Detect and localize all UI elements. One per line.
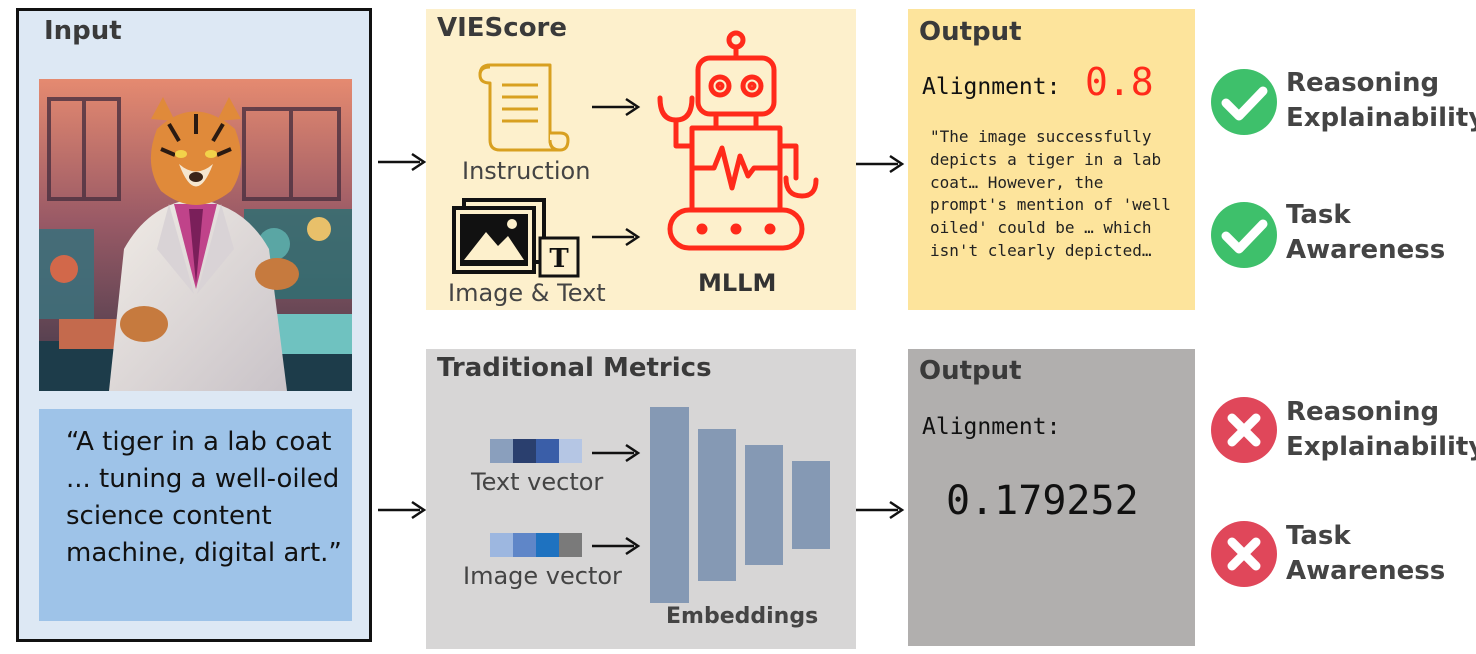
tiger-lab-image [39,79,352,391]
arrow-input-to-traditional [378,500,427,520]
svg-text:T: T [549,244,569,274]
check-icon [1211,202,1277,268]
embedding-network [650,407,830,603]
check-icon [1211,69,1277,135]
awareness-text: Awareness [1286,556,1446,586]
text-vector [490,439,582,463]
image-text-icon: T [452,198,580,278]
arrow-viescore-to-output [856,154,905,174]
arrow-text-vector-to-embeddings [592,443,641,463]
embeddings-label: Embeddings [666,604,819,629]
input-title: Input [44,16,122,46]
scroll-icon [478,63,570,152]
explainability-text: Explainability [1286,432,1476,462]
cross-icon [1211,521,1277,587]
output-bottom-title: Output [919,356,1022,386]
viescore-title: VIEScore [437,13,568,43]
task-text: Task [1286,521,1351,551]
alignment-label-top: Alignment: [922,74,1061,100]
image-vector-label: Image vector [463,562,622,590]
alignment-score-bottom: 0.179252 [946,478,1139,524]
explanation-text: "The image successfully depicts a tiger … [930,127,1171,260]
instruction-label: Instruction [462,157,591,185]
text-vector-label: Text vector [471,468,604,496]
task-text: Task [1286,200,1351,230]
image-vector [490,533,582,557]
arrow-instruction-to-mllm [592,97,641,117]
reasoning-text: Reasoning [1286,68,1440,98]
arrow-image-vector-to-embeddings [592,536,641,556]
prompt-text: “A tiger in a lab coat ... tuning a well… [66,427,342,568]
arrow-image-to-mllm [592,227,641,247]
cross-icon [1211,397,1277,463]
alignment-score-top: 0.8 [1085,60,1154,104]
traditional-metrics-title: Traditional Metrics [437,353,712,383]
arrow-input-to-viescore [378,152,427,172]
alignment-label-bottom: Alignment: [922,414,1061,440]
reasoning-explainability-label-top: Reasoning Explainability [1286,66,1476,136]
task-awareness-label-top: Task Awareness [1286,198,1445,268]
task-awareness-label-bottom: Task Awareness [1286,519,1445,589]
robot-icon [657,30,819,251]
reasoning-explainability-label-bottom: Reasoning Explainability [1286,395,1476,465]
mllm-label: MLLM [698,269,777,297]
explainability-text: Explainability [1286,103,1476,133]
awareness-text: Awareness [1286,235,1446,265]
reasoning-text: Reasoning [1286,397,1440,427]
arrow-traditional-to-output [856,500,905,520]
image-text-label: Image & Text [448,279,606,307]
output-top-title: Output [919,17,1022,47]
